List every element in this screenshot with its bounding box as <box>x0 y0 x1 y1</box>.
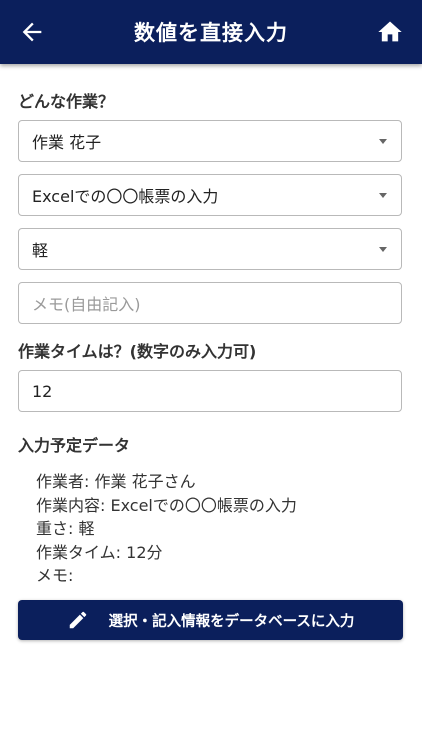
caret-down-icon <box>379 193 387 198</box>
arrow-left-icon[interactable] <box>18 18 46 46</box>
summary-time: 作業タイム: 12分 <box>36 542 163 562</box>
time-question-label: 作業タイムは？(数字のみ入力可) <box>18 342 257 361</box>
task-question-label: どんな作業？ <box>18 92 115 111</box>
page-title: 数値を直接入力 <box>134 21 288 45</box>
memo-input[interactable]: メモ(自由記入) <box>18 282 402 324</box>
summary-task: 作業内容: Excelでの〇〇帳票の入力 <box>36 495 297 515</box>
time-input[interactable]: 12 <box>18 370 402 412</box>
submit-to-database-button[interactable]: 選択・記入情報をデータベースに入力 <box>18 600 403 640</box>
summary-memo: メモ: <box>36 566 74 585</box>
task-select[interactable]: Excelでの〇〇帳票の入力 <box>18 174 402 216</box>
app-bar: 数値を直接入力 <box>0 0 422 64</box>
caret-down-icon <box>379 139 387 144</box>
worker-select[interactable]: 作業 花子 <box>18 120 402 162</box>
time-input-value: 12 <box>32 381 53 401</box>
summary-heading: 入力予定データ <box>18 436 131 455</box>
task-select-value: Excelでの〇〇帳票の入力 <box>32 187 219 206</box>
summary-weight: 重さ: 軽 <box>36 519 95 538</box>
memo-placeholder: メモ(自由記入) <box>32 295 141 314</box>
summary-section: 入力予定データ 作業者: 作業 花子さん 作業内容: Excelでの〇〇帳票の入… <box>18 432 297 588</box>
pencil-icon <box>69 611 86 629</box>
submit-button-label: 選択・記入情報をデータベースに入力 <box>108 613 355 630</box>
weight-select-value: 軽 <box>32 241 49 260</box>
summary-worker: 作業者: 作業 花子さん <box>36 472 196 491</box>
caret-down-icon <box>379 247 387 252</box>
home-icon[interactable] <box>376 18 404 46</box>
worker-select-value: 作業 花子 <box>32 133 102 152</box>
weight-select[interactable]: 軽 <box>18 228 402 270</box>
